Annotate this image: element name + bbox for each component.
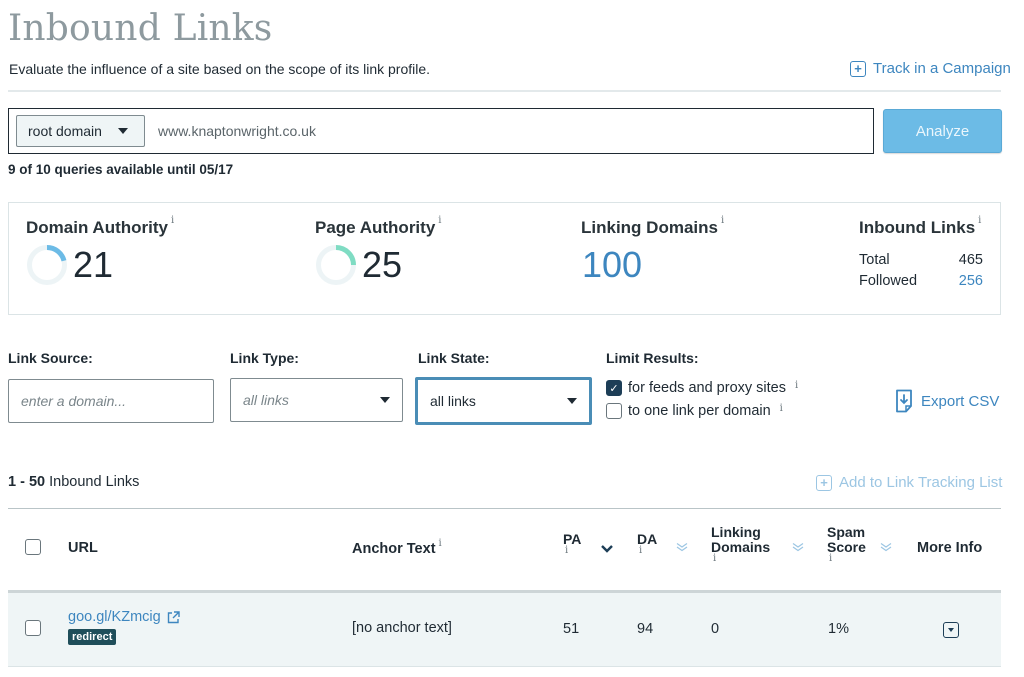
external-link-icon: [167, 610, 180, 623]
column-da[interactable]: DA i: [637, 532, 657, 556]
domain-authority-value: 21: [73, 244, 114, 285]
info-icon[interactable]: i: [978, 215, 981, 226]
domain-authority-label: Domain Authority: [26, 218, 168, 237]
column-pa[interactable]: PA i: [563, 532, 581, 556]
feeds-checkbox[interactable]: ✓: [606, 380, 622, 396]
results-divider: [8, 508, 1001, 509]
scope-dropdown[interactable]: root domain: [16, 115, 145, 147]
row-checkbox[interactable]: [25, 620, 41, 636]
page-subtitle: Evaluate the influence of a site based o…: [9, 61, 431, 77]
domain-authority-ring: [27, 245, 67, 285]
followed-value[interactable]: 256: [959, 271, 983, 292]
linking-domains-value[interactable]: 100: [582, 244, 642, 286]
linking-domains-label: Linking Domains: [581, 218, 718, 237]
column-more-info: More Info: [917, 540, 983, 556]
result-range: 1 - 50: [8, 474, 46, 490]
info-icon[interactable]: i: [637, 546, 657, 556]
info-icon[interactable]: i: [563, 546, 581, 556]
inbound-links-label: Inbound Links: [859, 218, 976, 237]
result-count: 1 - 50 Inbound Links: [8, 474, 139, 490]
sort-double-chevron-icon[interactable]: [791, 542, 805, 552]
linking-domains-metric: Linking Domains i 100: [581, 215, 724, 286]
page-authority-label: Page Authority: [315, 218, 436, 237]
page-authority-ring: [316, 245, 356, 285]
link-state-label: Link State:: [418, 350, 490, 366]
row-url-cell: goo.gl/KZmcig redirect: [68, 609, 180, 645]
page-authority-value: 25: [362, 244, 403, 285]
caret-down-icon: [380, 397, 390, 403]
export-csv-label: Export CSV: [921, 392, 1000, 410]
link-source-placeholder: enter a domain...: [21, 393, 127, 409]
info-icon[interactable]: i: [795, 380, 798, 391]
row-spam-score: 1%: [828, 621, 849, 637]
info-icon[interactable]: i: [780, 403, 783, 414]
track-in-campaign-link[interactable]: + Track in a Campaign: [850, 60, 1011, 77]
plus-icon: +: [816, 474, 832, 491]
row-anchor-text: [no anchor text]: [352, 620, 452, 636]
result-range-label: Inbound Links: [49, 474, 140, 490]
search-bar: root domain: [8, 108, 874, 154]
sort-double-chevron-icon[interactable]: [879, 542, 893, 552]
info-icon[interactable]: i: [711, 554, 770, 564]
info-icon[interactable]: i: [171, 215, 174, 226]
inbound-links-breakdown: Total 465 Followed 256: [859, 250, 983, 292]
add-to-link-tracking-label: Add to Link Tracking List: [839, 474, 1003, 491]
row-url-link[interactable]: goo.gl/KZmcig: [68, 609, 180, 625]
column-linking-domains[interactable]: Linking Domains i: [711, 525, 770, 564]
link-source-label: Link Source:: [8, 350, 93, 366]
inbound-links-metric: Inbound Links i Total 465 Followed 256: [859, 215, 983, 292]
one-per-domain-checkbox[interactable]: [606, 403, 622, 419]
caret-down-icon: [948, 628, 954, 632]
add-to-link-tracking-button[interactable]: + Add to Link Tracking List: [816, 474, 1002, 491]
download-file-icon: [896, 389, 912, 413]
followed-row: Followed 256: [859, 271, 983, 292]
one-per-domain-label: to one link per domain: [628, 403, 771, 419]
limit-one-per-domain-option[interactable]: to one link per domain i: [606, 403, 783, 419]
link-type-dropdown[interactable]: all links: [230, 378, 403, 422]
select-all-checkbox[interactable]: [25, 539, 41, 555]
limit-feeds-option[interactable]: ✓ for feeds and proxy sites i: [606, 380, 798, 396]
limit-results-label: Limit Results:: [606, 350, 699, 366]
url-input[interactable]: [158, 123, 848, 139]
link-type-value: all links: [243, 392, 289, 408]
row-pa: 51: [563, 621, 580, 637]
export-csv-button[interactable]: Export CSV: [895, 389, 999, 413]
page-authority-metric: Page Authority i 25: [315, 215, 441, 286]
row-da: 94: [637, 621, 654, 637]
analyze-button[interactable]: Analyze: [883, 109, 1002, 153]
row-linking-domains: 0: [711, 621, 720, 637]
redirect-badge: redirect: [68, 629, 117, 645]
link-state-value: all links: [430, 393, 476, 409]
caret-down-icon: [117, 128, 128, 134]
link-type-label: Link Type:: [230, 350, 299, 366]
total-value: 465: [958, 252, 983, 268]
info-icon[interactable]: i: [827, 554, 866, 564]
column-anchor-text: Anchor Text i: [352, 538, 442, 557]
plus-icon: +: [850, 60, 866, 77]
sort-double-chevron-icon[interactable]: [675, 542, 689, 552]
info-icon[interactable]: i: [439, 538, 442, 549]
domain-authority-metric: Domain Authority i 21: [26, 215, 174, 286]
sort-active-chevron-icon[interactable]: [600, 544, 614, 554]
caret-down-icon: [567, 398, 577, 404]
link-source-input[interactable]: enter a domain...: [8, 379, 214, 423]
page-title: Inbound Links: [8, 8, 273, 49]
link-state-dropdown[interactable]: all links: [415, 377, 592, 425]
scope-value: root domain: [28, 123, 102, 139]
total-row: Total 465: [859, 250, 983, 271]
column-spam-score[interactable]: Spam Score i: [827, 525, 866, 564]
more-info-button[interactable]: [943, 622, 959, 638]
info-icon[interactable]: i: [721, 215, 724, 226]
query-quota: 9 of 10 queries available until 05/17: [8, 162, 234, 177]
followed-label: Followed: [859, 273, 918, 289]
feeds-option-label: for feeds and proxy sites: [628, 380, 786, 396]
total-label: Total: [859, 252, 890, 268]
track-in-campaign-label: Track in a Campaign: [873, 60, 1011, 77]
column-url: URL: [68, 540, 98, 556]
header-divider: [8, 90, 1001, 92]
